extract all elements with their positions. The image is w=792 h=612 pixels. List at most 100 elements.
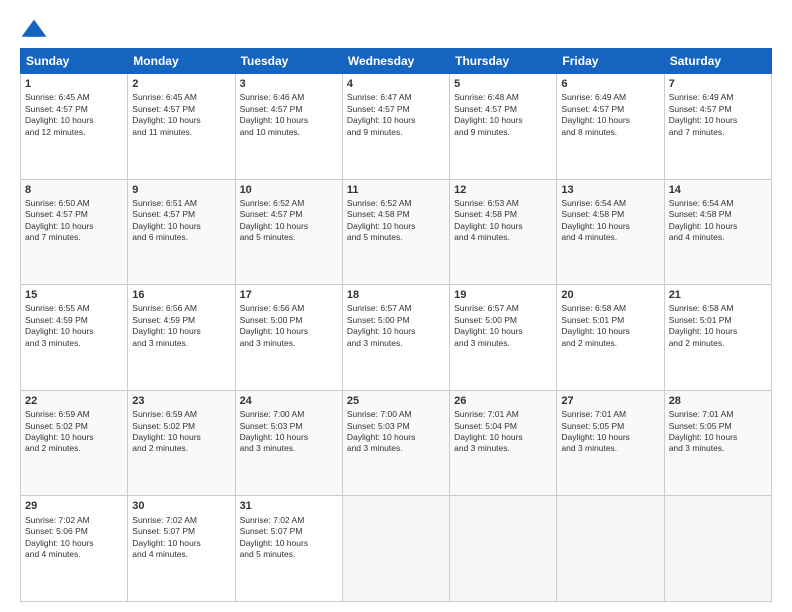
day-number: 17 [240, 288, 338, 302]
day-number: 25 [347, 394, 445, 408]
day-number: 8 [25, 183, 123, 197]
day-cell: 25Sunrise: 7:00 AM Sunset: 5:03 PM Dayli… [342, 390, 449, 496]
day-number: 12 [454, 183, 552, 197]
day-number: 2 [132, 77, 230, 91]
day-info: Sunrise: 6:48 AM Sunset: 4:57 PM Dayligh… [454, 92, 552, 138]
day-cell: 7Sunrise: 6:49 AM Sunset: 4:57 PM Daylig… [664, 74, 771, 180]
weekday-header-row: SundayMondayTuesdayWednesdayThursdayFrid… [21, 49, 772, 74]
day-cell: 12Sunrise: 6:53 AM Sunset: 4:58 PM Dayli… [450, 179, 557, 285]
day-cell: 8Sunrise: 6:50 AM Sunset: 4:57 PM Daylig… [21, 179, 128, 285]
day-cell: 14Sunrise: 6:54 AM Sunset: 4:58 PM Dayli… [664, 179, 771, 285]
day-number: 14 [669, 183, 767, 197]
day-number: 7 [669, 77, 767, 91]
weekday-header-wednesday: Wednesday [342, 49, 449, 74]
day-info: Sunrise: 6:56 AM Sunset: 4:59 PM Dayligh… [132, 303, 230, 349]
weekday-header-thursday: Thursday [450, 49, 557, 74]
day-cell: 2Sunrise: 6:45 AM Sunset: 4:57 PM Daylig… [128, 74, 235, 180]
day-info: Sunrise: 7:00 AM Sunset: 5:03 PM Dayligh… [240, 409, 338, 455]
day-info: Sunrise: 6:57 AM Sunset: 5:00 PM Dayligh… [454, 303, 552, 349]
day-cell: 16Sunrise: 6:56 AM Sunset: 4:59 PM Dayli… [128, 285, 235, 391]
day-cell [557, 496, 664, 602]
week-row: 29 Sunrise: 7:02 AM Sunset: 5:06 PM Dayli… [21, 496, 772, 602]
week-row: 8Sunrise: 6:50 AM Sunset: 4:57 PM Daylig… [21, 179, 772, 285]
calendar-table: SundayMondayTuesdayWednesdayThursdayFrid… [20, 48, 772, 602]
day-info: Sunrise: 7:02 AM Sunset: 5:06 PM Dayligh… [25, 515, 123, 561]
day-cell: 30Sunrise: 7:02 AM Sunset: 5:07 PM Dayli… [128, 496, 235, 602]
weekday-header-friday: Friday [557, 49, 664, 74]
day-cell: 9Sunrise: 6:51 AM Sunset: 4:57 PM Daylig… [128, 179, 235, 285]
day-cell: 19Sunrise: 6:57 AM Sunset: 5:00 PM Dayli… [450, 285, 557, 391]
day-number: 23 [132, 394, 230, 408]
day-info: Sunrise: 6:53 AM Sunset: 4:58 PM Dayligh… [454, 198, 552, 244]
day-info: Sunrise: 6:47 AM Sunset: 4:57 PM Dayligh… [347, 92, 445, 138]
day-cell [664, 496, 771, 602]
day-cell: 29 Sunrise: 7:02 AM Sunset: 5:06 PM Dayli… [21, 496, 128, 602]
day-info: Sunrise: 6:46 AM Sunset: 4:57 PM Dayligh… [240, 92, 338, 138]
day-number: 15 [25, 288, 123, 302]
day-info: Sunrise: 7:00 AM Sunset: 5:03 PM Dayligh… [347, 409, 445, 455]
day-info: Sunrise: 6:49 AM Sunset: 4:57 PM Dayligh… [561, 92, 659, 138]
day-number: 18 [347, 288, 445, 302]
day-info: Sunrise: 7:01 AM Sunset: 5:05 PM Dayligh… [669, 409, 767, 455]
day-cell [342, 496, 449, 602]
day-cell: 21Sunrise: 6:58 AM Sunset: 5:01 PM Dayli… [664, 285, 771, 391]
day-number: 3 [240, 77, 338, 91]
day-cell [450, 496, 557, 602]
day-number: 6 [561, 77, 659, 91]
day-cell: 31 Sunrise: 7:02 AM Sunset: 5:07 PM Dayli… [235, 496, 342, 602]
day-info: Sunrise: 6:51 AM Sunset: 4:57 PM Dayligh… [132, 198, 230, 244]
day-cell: 10Sunrise: 6:52 AM Sunset: 4:57 PM Dayli… [235, 179, 342, 285]
day-info: Sunrise: 7:02 AM Sunset: 5:07 PM Dayligh… [240, 515, 338, 561]
day-cell: 27Sunrise: 7:01 AM Sunset: 5:05 PM Dayli… [557, 390, 664, 496]
day-cell: 17Sunrise: 6:56 AM Sunset: 5:00 PM Dayli… [235, 285, 342, 391]
day-info: Sunrise: 6:45 AM Sunset: 4:57 PM Dayligh… [25, 92, 123, 138]
day-number: 31 [240, 499, 338, 513]
day-info: Sunrise: 6:56 AM Sunset: 5:00 PM Dayligh… [240, 303, 338, 349]
day-number: 13 [561, 183, 659, 197]
day-info: Sunrise: 6:58 AM Sunset: 5:01 PM Dayligh… [561, 303, 659, 349]
day-info: Sunrise: 6:54 AM Sunset: 4:58 PM Dayligh… [669, 198, 767, 244]
weekday-header-monday: Monday [128, 49, 235, 74]
day-cell: 3Sunrise: 6:46 AM Sunset: 4:57 PM Daylig… [235, 74, 342, 180]
week-row: 1Sunrise: 6:45 AM Sunset: 4:57 PM Daylig… [21, 74, 772, 180]
day-number: 24 [240, 394, 338, 408]
day-info: Sunrise: 6:59 AM Sunset: 5:02 PM Dayligh… [25, 409, 123, 455]
day-cell: 15Sunrise: 6:55 AM Sunset: 4:59 PM Dayli… [21, 285, 128, 391]
day-cell: 28Sunrise: 7:01 AM Sunset: 5:05 PM Dayli… [664, 390, 771, 496]
day-info: Sunrise: 6:45 AM Sunset: 4:57 PM Dayligh… [132, 92, 230, 138]
day-info: Sunrise: 6:52 AM Sunset: 4:58 PM Dayligh… [347, 198, 445, 244]
day-number: 28 [669, 394, 767, 408]
day-number: 16 [132, 288, 230, 302]
day-cell: 13Sunrise: 6:54 AM Sunset: 4:58 PM Dayli… [557, 179, 664, 285]
day-number: 20 [561, 288, 659, 302]
day-cell: 24Sunrise: 7:00 AM Sunset: 5:03 PM Dayli… [235, 390, 342, 496]
day-cell: 26Sunrise: 7:01 AM Sunset: 5:04 PM Dayli… [450, 390, 557, 496]
day-info: Sunrise: 6:54 AM Sunset: 4:58 PM Dayligh… [561, 198, 659, 244]
day-number: 27 [561, 394, 659, 408]
day-info: Sunrise: 6:49 AM Sunset: 4:57 PM Dayligh… [669, 92, 767, 138]
calendar-page: SundayMondayTuesdayWednesdayThursdayFrid… [0, 0, 792, 612]
day-number: 4 [347, 77, 445, 91]
logo [20, 18, 50, 40]
day-number: 1 [25, 77, 123, 91]
day-number: 26 [454, 394, 552, 408]
logo-icon [20, 18, 48, 40]
week-row: 22Sunrise: 6:59 AM Sunset: 5:02 PM Dayli… [21, 390, 772, 496]
day-cell: 20Sunrise: 6:58 AM Sunset: 5:01 PM Dayli… [557, 285, 664, 391]
week-row: 15Sunrise: 6:55 AM Sunset: 4:59 PM Dayli… [21, 285, 772, 391]
day-info: Sunrise: 7:01 AM Sunset: 5:04 PM Dayligh… [454, 409, 552, 455]
day-cell: 6Sunrise: 6:49 AM Sunset: 4:57 PM Daylig… [557, 74, 664, 180]
day-number: 21 [669, 288, 767, 302]
weekday-header-saturday: Saturday [664, 49, 771, 74]
day-cell: 5Sunrise: 6:48 AM Sunset: 4:57 PM Daylig… [450, 74, 557, 180]
day-number: 9 [132, 183, 230, 197]
day-info: Sunrise: 6:58 AM Sunset: 5:01 PM Dayligh… [669, 303, 767, 349]
day-number: 10 [240, 183, 338, 197]
day-info: Sunrise: 6:50 AM Sunset: 4:57 PM Dayligh… [25, 198, 123, 244]
day-cell: 23Sunrise: 6:59 AM Sunset: 5:02 PM Dayli… [128, 390, 235, 496]
weekday-header-sunday: Sunday [21, 49, 128, 74]
day-number: 11 [347, 183, 445, 197]
day-info: Sunrise: 7:02 AM Sunset: 5:07 PM Dayligh… [132, 515, 230, 561]
day-number: 29 [25, 499, 123, 513]
day-info: Sunrise: 6:55 AM Sunset: 4:59 PM Dayligh… [25, 303, 123, 349]
